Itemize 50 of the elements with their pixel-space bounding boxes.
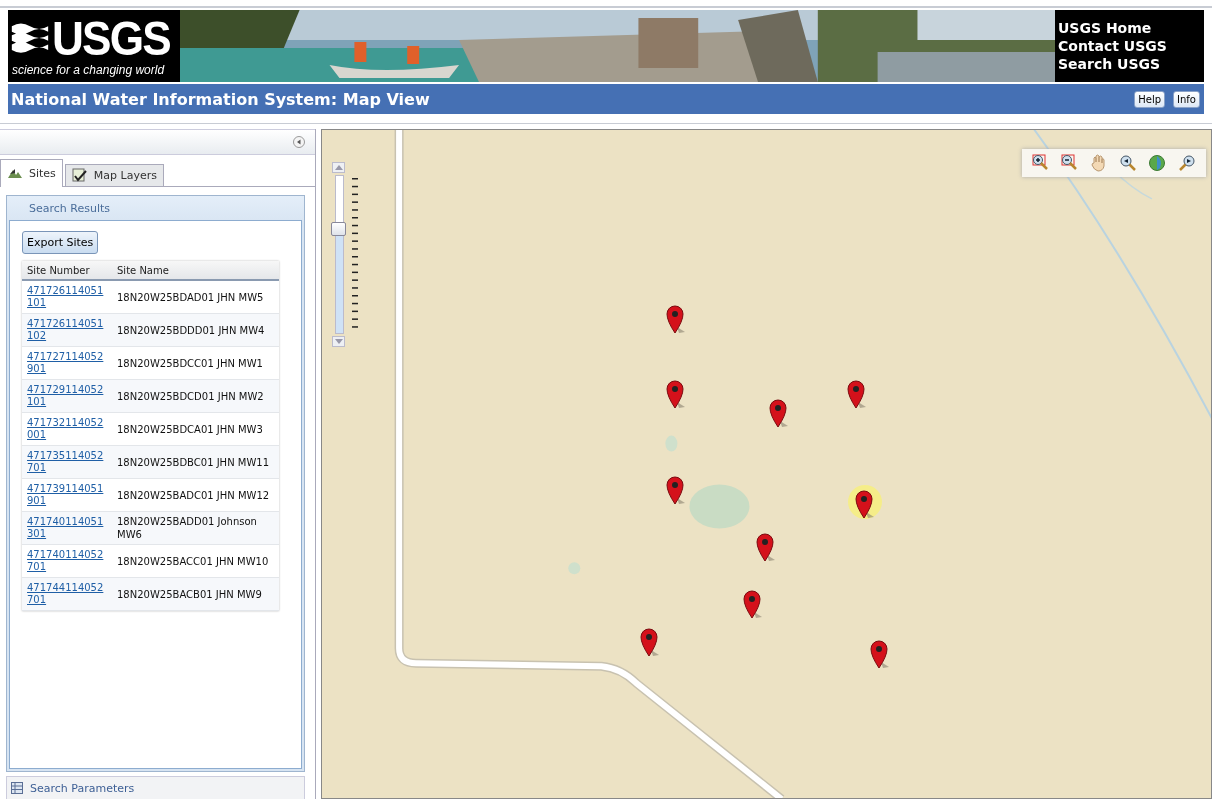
zoom-slider-thumb[interactable]: [331, 221, 346, 236]
layers-icon: [71, 167, 88, 184]
table-cell: 18N20W25BDCC01 JHN MW1: [112, 346, 279, 380]
table-cell: 18N20W25BDAD01 JHN MW5: [112, 280, 279, 314]
usgs-logo[interactable]: USGS science for a changing world: [8, 10, 180, 82]
tab[interactable]: Map Layers: [64, 164, 164, 186]
table-cell: 18N20W25BDCA01 JHN MW3: [112, 412, 279, 446]
header-link[interactable]: Contact USGS: [1058, 37, 1204, 55]
marker-icon[interactable]: [846, 380, 868, 410]
marker-icon[interactable]: [665, 476, 687, 506]
table-cell: 18N20W25BADD01 Johnson MW6: [112, 511, 279, 545]
panel-title: Search Results: [29, 201, 110, 215]
column-header[interactable]: Site Name: [112, 261, 279, 280]
marker-icon[interactable]: [742, 590, 764, 620]
table-cell: 18N20W25BDDD01 JHN MW4: [112, 313, 279, 347]
table-cell: 18N20W25BDBC01 JHN MW11: [112, 445, 279, 479]
export-button[interactable]: Export Sites: [22, 231, 99, 254]
marker-icon[interactable]: [869, 640, 891, 670]
section-header[interactable]: Search Parameters: [6, 776, 305, 799]
zoom-in-icon[interactable]: [1031, 154, 1050, 172]
site-number-link[interactable]: 471740114052701: [27, 549, 104, 573]
marker-icon[interactable]: [639, 628, 661, 658]
marker-icon[interactable]: [768, 399, 790, 429]
magnifier-back-icon[interactable]: [1118, 154, 1137, 172]
site-number-link[interactable]: 471727114052901: [27, 351, 104, 375]
site-number-link[interactable]: 471726114051101: [27, 285, 104, 309]
app-title: National Water Information System: Map View: [11, 89, 430, 109]
header-button[interactable]: Info: [1173, 90, 1200, 108]
tab[interactable]: Sites: [0, 159, 63, 187]
marker-icon[interactable]: [755, 533, 777, 563]
header-link[interactable]: Search USGS: [1058, 55, 1204, 73]
marker-icon[interactable]: [847, 482, 883, 522]
logo-tagline: science for a changing world: [11, 63, 166, 77]
table-icon: [11, 781, 25, 795]
header-button[interactable]: Help: [1134, 90, 1166, 108]
marker-icon[interactable]: [665, 305, 687, 335]
table-cell: 18N20W25BACC01 JHN MW10: [112, 544, 279, 578]
sites-icon: [7, 167, 23, 180]
column-header[interactable]: Site Number: [22, 261, 112, 280]
header-link[interactable]: USGS Home: [1058, 19, 1204, 37]
magnifier-forward-icon[interactable]: [1178, 154, 1197, 172]
site-number-link[interactable]: 471732114052001: [27, 417, 104, 441]
site-number-link[interactable]: 471739114051901: [27, 483, 104, 507]
collapse-icon[interactable]: [293, 136, 305, 148]
globe-icon[interactable]: [1148, 154, 1167, 172]
table-cell: 18N20W25BACB01 JHN MW9: [112, 577, 279, 611]
table-cell: 18N20W25BADC01 JHN MW12: [112, 478, 279, 512]
logo-wordmark: USGS: [51, 15, 170, 63]
marker-icon[interactable]: [665, 380, 687, 410]
table-cell: 18N20W25BDCD01 JHN MW2: [112, 379, 279, 413]
